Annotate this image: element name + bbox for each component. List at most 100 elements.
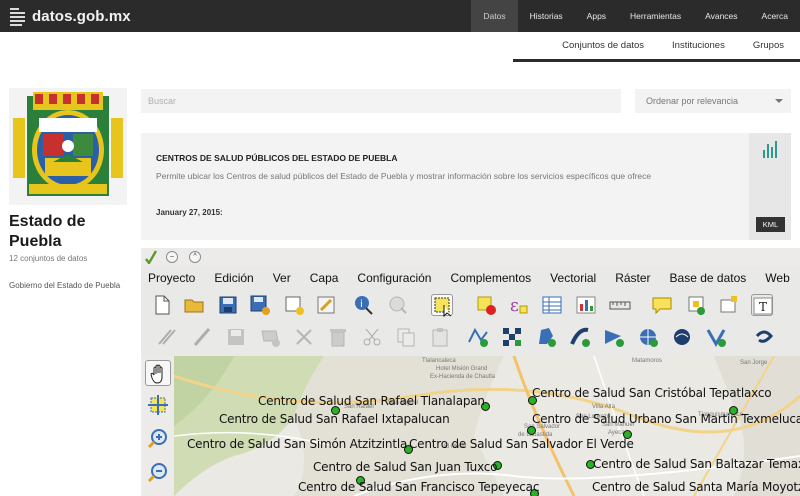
identify-icon[interactable]: i [353,294,375,316]
brand-name: datos.gob.mx [32,7,131,25]
menu-ver[interactable]: Ver [273,271,291,285]
tab-grupos[interactable]: Grupos [753,40,784,51]
attribute-table-icon[interactable] [541,294,563,316]
menu-complementos[interactable]: Complementos [450,271,531,285]
add-raster-layer-icon[interactable] [603,326,625,348]
health-center-label: Centro de Salud San Juan Tuxco [313,460,498,474]
svg-text:i: i [360,299,363,310]
maximize-icon[interactable]: ^ [189,251,201,263]
measure-line-icon[interactable] [609,294,631,316]
health-center-label: Centro de Salud Urbano San Martin Texmel… [532,412,800,426]
document-lines-icon [10,7,27,26]
chevron-down-icon [775,99,783,103]
svg-text:ε: ε [510,296,519,316]
new-print-layout-icon[interactable] [283,294,305,316]
nav-herramientas[interactable]: Herramientas [618,0,693,32]
map-town: Villa Alta [592,404,615,410]
digitize-line-icon[interactable] [467,326,489,348]
map-town: Ex-Hacienda de Chautla [430,374,496,380]
run-feature-action-icon[interactable] [387,294,409,316]
nav-historias[interactable]: Historias [518,0,575,32]
style-manager-icon[interactable] [315,294,337,316]
menu-vectorial[interactable]: Vectorial [550,271,596,285]
qgis-titlebar: – ^ [141,248,800,266]
menu-proyecto[interactable]: Proyecto [148,271,195,285]
pan-hand-icon[interactable] [145,360,171,386]
copy-features-icon[interactable] [395,326,417,348]
nav-avances[interactable]: Avances [693,0,749,32]
delete-selected-icon[interactable] [327,326,349,348]
menu-capa[interactable]: Capa [310,271,339,285]
dataset-title[interactable]: CENTROS DE SALUD PÚBLICOS DEL ESTADO DE … [156,153,397,163]
move-feature-icon[interactable] [293,326,315,348]
checker-grid-icon[interactable] [501,326,523,348]
add-feature-icon[interactable] [259,326,281,348]
qgis-screenshot: – ^ Proyecto Edición Ver Capa Configurac… [141,248,800,496]
qgis-app-icon [145,250,157,264]
health-center-label: Centro de Salud San Rafael Tlanalapan [258,394,485,408]
tab-conjuntos-de-datos[interactable]: Conjuntos de datos [562,40,644,51]
qgis-toolbar-file: i ε T [141,288,800,324]
cut-features-icon[interactable] [361,326,383,348]
add-line-layer-icon[interactable] [569,326,591,348]
tab-instituciones[interactable]: Instituciones [672,40,725,51]
top-navbar: datos.gob.mx Datos Historias Apps Herram… [0,0,800,32]
open-folder-icon[interactable] [183,294,205,316]
deselect-all-icon[interactable] [475,294,497,316]
show-bookmarks-icon[interactable] [717,294,739,316]
menu-base-de-datos[interactable]: Base de datos [670,271,747,285]
expression-select-icon[interactable]: ε [507,294,529,316]
map-town: San Jorge [740,360,768,366]
sort-select[interactable]: Ordenar por relevancia [635,89,791,113]
select-features-icon[interactable] [431,294,453,317]
health-center-marker[interactable] [527,426,536,435]
save-icon[interactable] [217,294,239,316]
new-file-icon[interactable] [151,294,173,316]
save-as-icon[interactable] [249,294,271,316]
menu-raster[interactable]: Ráster [615,271,650,285]
toggle-editing-icon[interactable] [191,326,213,348]
pan-to-selection-icon[interactable] [145,392,171,418]
brand-logo-link[interactable]: datos.gob.mx [10,6,131,26]
sub-navbar: Conjuntos de datos Instituciones Grupos [513,32,800,62]
zoom-in-icon[interactable] [145,426,171,452]
health-center-label: Centro de Salud San Francisco Tepeyecac [298,480,540,494]
health-center-label: Centro de Salud San Rafael Ixtapalucan [219,412,450,426]
svg-text:T: T [759,300,767,314]
add-vector-layer-icon[interactable] [535,326,557,348]
minimize-icon[interactable]: – [166,251,178,263]
menu-edicion[interactable]: Edición [214,271,253,285]
paste-features-icon[interactable] [429,326,451,348]
sort-selected-label: Ordenar por relevancia [646,96,739,106]
health-center-label: Centro de Salud San Baltazar Temaxcalac [593,457,800,471]
map-tips-icon[interactable] [651,294,673,316]
add-wfs-layer-icon[interactable] [671,326,693,348]
map-canvas[interactable]: Tlalancaleca Hotel Misión Grand Ex-Hacie… [174,356,800,496]
map-town: Matamoros [632,358,663,364]
search-input[interactable] [141,89,621,113]
organization-description: Gobierno del Estado de Puebla [9,281,121,290]
new-bookmark-icon[interactable] [685,294,707,316]
zoom-out-icon[interactable] [145,460,171,486]
format-badge-kml[interactable]: KML [756,217,785,232]
save-layer-edits-icon[interactable] [225,326,247,348]
statistics-icon[interactable] [575,294,597,316]
dataset-description: Permite ubicar los Centros de salud públ… [156,171,652,181]
add-delimited-text-icon[interactable] [753,326,775,348]
menu-configuracion[interactable]: Configuración [357,271,431,285]
nav-datos[interactable]: Datos [471,0,518,32]
bar-chart-icon [763,140,779,158]
nav-acerca[interactable]: Acerca [750,0,800,32]
add-wcs-layer-icon[interactable] [705,326,727,348]
nav-apps[interactable]: Apps [575,0,618,32]
text-annotation-icon[interactable]: T [751,294,773,316]
qgis-menubar: Proyecto Edición Ver Capa Configuración … [141,268,800,288]
health-center-label: Centro de Salud Santa María Moyotzingo [592,480,800,494]
menu-web[interactable]: Web [765,271,789,285]
dataset-card[interactable]: CENTROS DE SALUD PÚBLICOS DEL ESTADO DE … [141,133,749,240]
add-wms-layer-icon[interactable] [637,326,659,348]
current-edits-icon[interactable] [155,326,177,348]
health-center-label: Centro de Salud San Simón Atzitzintla [187,437,408,451]
qgis-toolbar-edit [141,320,800,356]
health-center-label: Centro de Salud San Salvador El Verde [409,437,634,451]
